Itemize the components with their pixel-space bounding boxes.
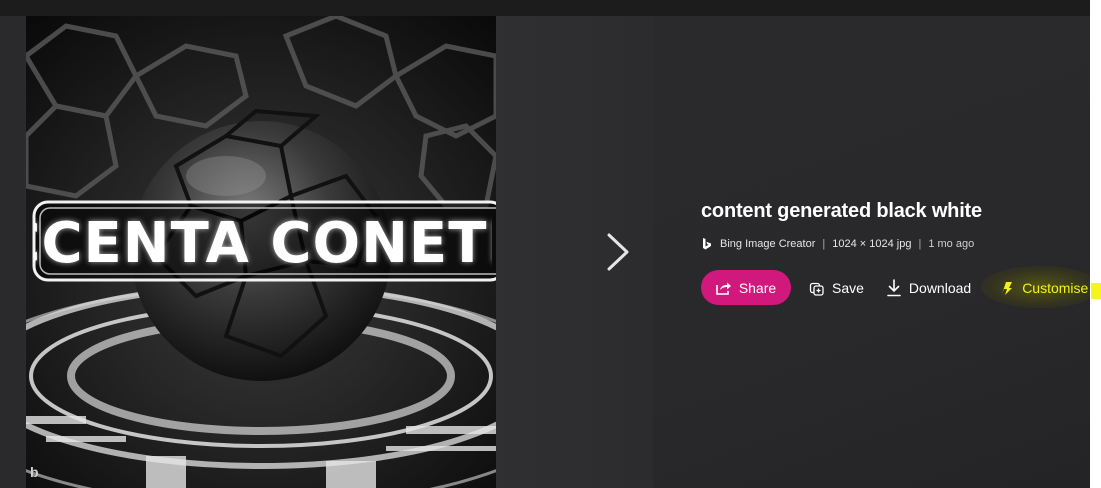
image-dimensions: 1024 × 1024 jpg	[832, 238, 912, 250]
chevron-right-icon	[607, 233, 629, 271]
image-title: content generated black white	[701, 200, 982, 222]
action-bar: Share Save Download Customise	[701, 266, 1090, 308]
top-bar	[0, 0, 1090, 16]
meta-separator: |	[918, 238, 922, 250]
download-button[interactable]: Download	[886, 270, 971, 305]
image-overlay-text: CCENTA CONETE	[34, 210, 492, 276]
image-viewer: CCENTA CONETE b content generated black …	[0, 16, 1090, 488]
highlight-marker	[1091, 283, 1101, 299]
customise-label: Customise	[1022, 279, 1089, 296]
share-icon	[716, 282, 731, 295]
save-label: Save	[832, 279, 864, 296]
designer-icon	[1002, 281, 1013, 295]
share-label: Share	[738, 279, 777, 296]
save-collection-icon	[809, 282, 824, 296]
source-link[interactable]: Bing Image Creator	[720, 238, 815, 250]
image-pane: CCENTA CONETE b	[0, 16, 653, 488]
details-pane: content generated black white Bing Image…	[653, 16, 1090, 488]
page-gutter	[1090, 0, 1101, 488]
image-age: 1 mo ago	[928, 238, 975, 250]
meta-separator: |	[822, 238, 826, 250]
download-icon	[887, 278, 901, 296]
main-image[interactable]: CCENTA CONETE b	[26, 16, 496, 488]
save-button[interactable]: Save	[809, 270, 864, 305]
image-watermark: b	[30, 464, 39, 480]
next-image-button[interactable]	[596, 224, 640, 280]
share-button[interactable]: Share	[701, 270, 791, 305]
download-label: Download	[908, 279, 972, 296]
image-meta: Bing Image Creator | 1024 × 1024 jpg | 1…	[701, 238, 974, 250]
bing-logo-icon	[703, 238, 711, 250]
customise-button[interactable]: Customise	[981, 266, 1090, 308]
